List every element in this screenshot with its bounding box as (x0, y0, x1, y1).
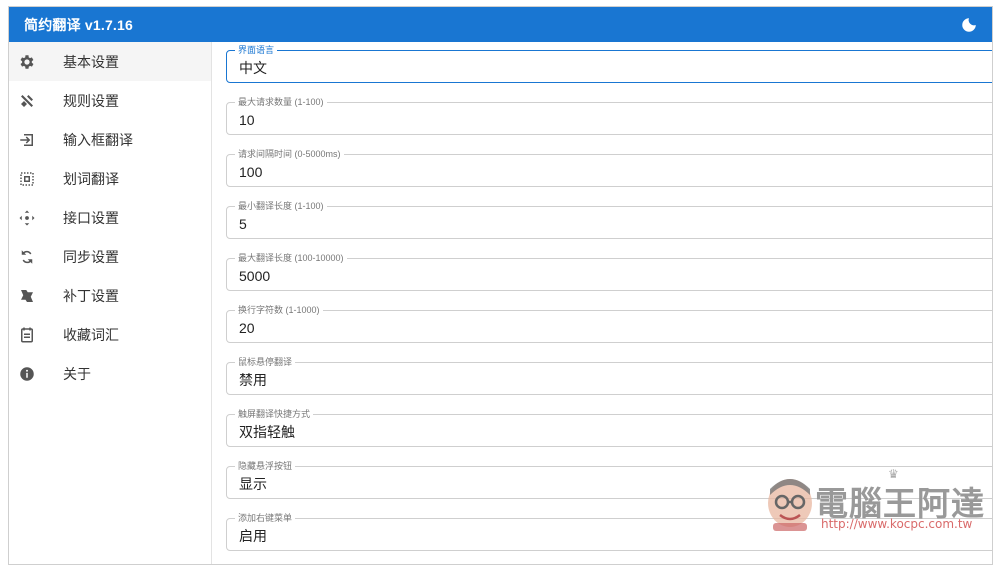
sidebar-item-favorite-words[interactable]: 收藏词汇 (9, 315, 211, 354)
newline-chars-input[interactable]: 换行字符数 (1-1000) 20 (226, 305, 992, 343)
settings-panel: 界面语言 中文 最大请求数量 (1-100) 10 请求间隔时间 (0-5000… (213, 42, 992, 564)
min-translate-length-input[interactable]: 最小翻译长度 (1-100) 5 (226, 201, 992, 239)
moon-icon (962, 17, 976, 32)
sidebar: 基本设置 规则设置 输入框翻译 划词翻译 接口设置 同步设置 补丁设置 收藏词汇… (9, 42, 212, 564)
sidebar-item-selection-translate[interactable]: 划词翻译 (9, 159, 211, 198)
field-value: 禁用 (239, 372, 267, 388)
theme-toggle-button[interactable] (958, 14, 980, 36)
field-label: 触屏翻译快捷方式 (235, 409, 314, 419)
hover-translate-select[interactable]: 鼠标悬停翻译 禁用 (226, 357, 992, 395)
field-label: 请求间隔时间 (0-5000ms) (235, 149, 344, 159)
sidebar-item-rule-settings[interactable]: 规则设置 (9, 81, 211, 120)
app-window: 简约翻译 v1.7.16 基本设置 规则设置 输入框翻译 划词翻译 接口设置 同… (8, 6, 993, 565)
tools-icon (18, 92, 36, 110)
sidebar-item-label: 关于 (63, 365, 91, 382)
hide-float-button-select[interactable]: 隐藏悬浮按钮 显示 (226, 461, 992, 499)
sidebar-item-label: 补丁设置 (63, 287, 119, 304)
sidebar-item-label: 划词翻译 (63, 170, 119, 187)
max-requests-input[interactable]: 最大请求数量 (1-100) 10 (226, 97, 992, 135)
input-icon (18, 131, 36, 149)
sidebar-item-label: 输入框翻译 (63, 131, 133, 148)
bookmark-icon (18, 326, 36, 344)
field-label: 换行字符数 (1-1000) (235, 305, 323, 315)
field-value: 中文 (239, 60, 267, 76)
field-label: 添加右键菜单 (235, 513, 296, 523)
sidebar-item-label: 接口设置 (63, 209, 119, 226)
sidebar-item-label: 基本设置 (63, 53, 119, 70)
info-icon (18, 365, 36, 383)
gear-icon (18, 53, 36, 71)
sidebar-item-about[interactable]: 关于 (9, 354, 211, 393)
field-value: 10 (239, 112, 255, 128)
field-label: 界面语言 (235, 45, 278, 55)
field-value: 5000 (239, 268, 271, 284)
api-icon (18, 209, 36, 227)
sidebar-item-api-settings[interactable]: 接口设置 (9, 198, 211, 237)
field-value: 显示 (239, 476, 267, 492)
sidebar-item-label: 规则设置 (63, 92, 119, 109)
field-label: 最小翻译长度 (1-100) (235, 201, 327, 211)
max-translate-length-input[interactable]: 最大翻译长度 (100-10000) 5000 (226, 253, 992, 291)
touch-shortcut-select[interactable]: 触屏翻译快捷方式 双指轻触 (226, 409, 992, 447)
app-bar: 简约翻译 v1.7.16 (9, 7, 992, 42)
sidebar-item-label: 收藏词汇 (63, 326, 119, 343)
sidebar-item-basic-settings[interactable]: 基本设置 (9, 42, 211, 81)
field-value: 100 (239, 164, 263, 180)
sidebar-item-patch-settings[interactable]: 补丁设置 (9, 276, 211, 315)
field-label: 鼠标悬停翻译 (235, 357, 296, 367)
field-label: 隐藏悬浮按钮 (235, 461, 296, 471)
sidebar-item-sync-settings[interactable]: 同步设置 (9, 237, 211, 276)
sidebar-item-input-translate[interactable]: 输入框翻译 (9, 120, 211, 159)
request-interval-input[interactable]: 请求间隔时间 (0-5000ms) 100 (226, 149, 992, 187)
sync-icon (18, 248, 36, 266)
ui-language-select[interactable]: 界面语言 中文 (226, 45, 992, 83)
context-menu-select[interactable]: 添加右键菜单 启用 (226, 513, 992, 551)
field-label: 最大翻译长度 (100-10000) (235, 253, 347, 263)
field-value: 20 (239, 320, 255, 336)
patch-icon (18, 287, 36, 305)
app-title: 简约翻译 v1.7.16 (24, 16, 133, 33)
field-value: 双指轻触 (239, 424, 295, 440)
field-label: 最大请求数量 (1-100) (235, 97, 327, 107)
select-icon (18, 170, 36, 188)
sidebar-item-label: 同步设置 (63, 248, 119, 265)
field-value: 启用 (239, 528, 267, 544)
field-value: 5 (239, 216, 247, 232)
